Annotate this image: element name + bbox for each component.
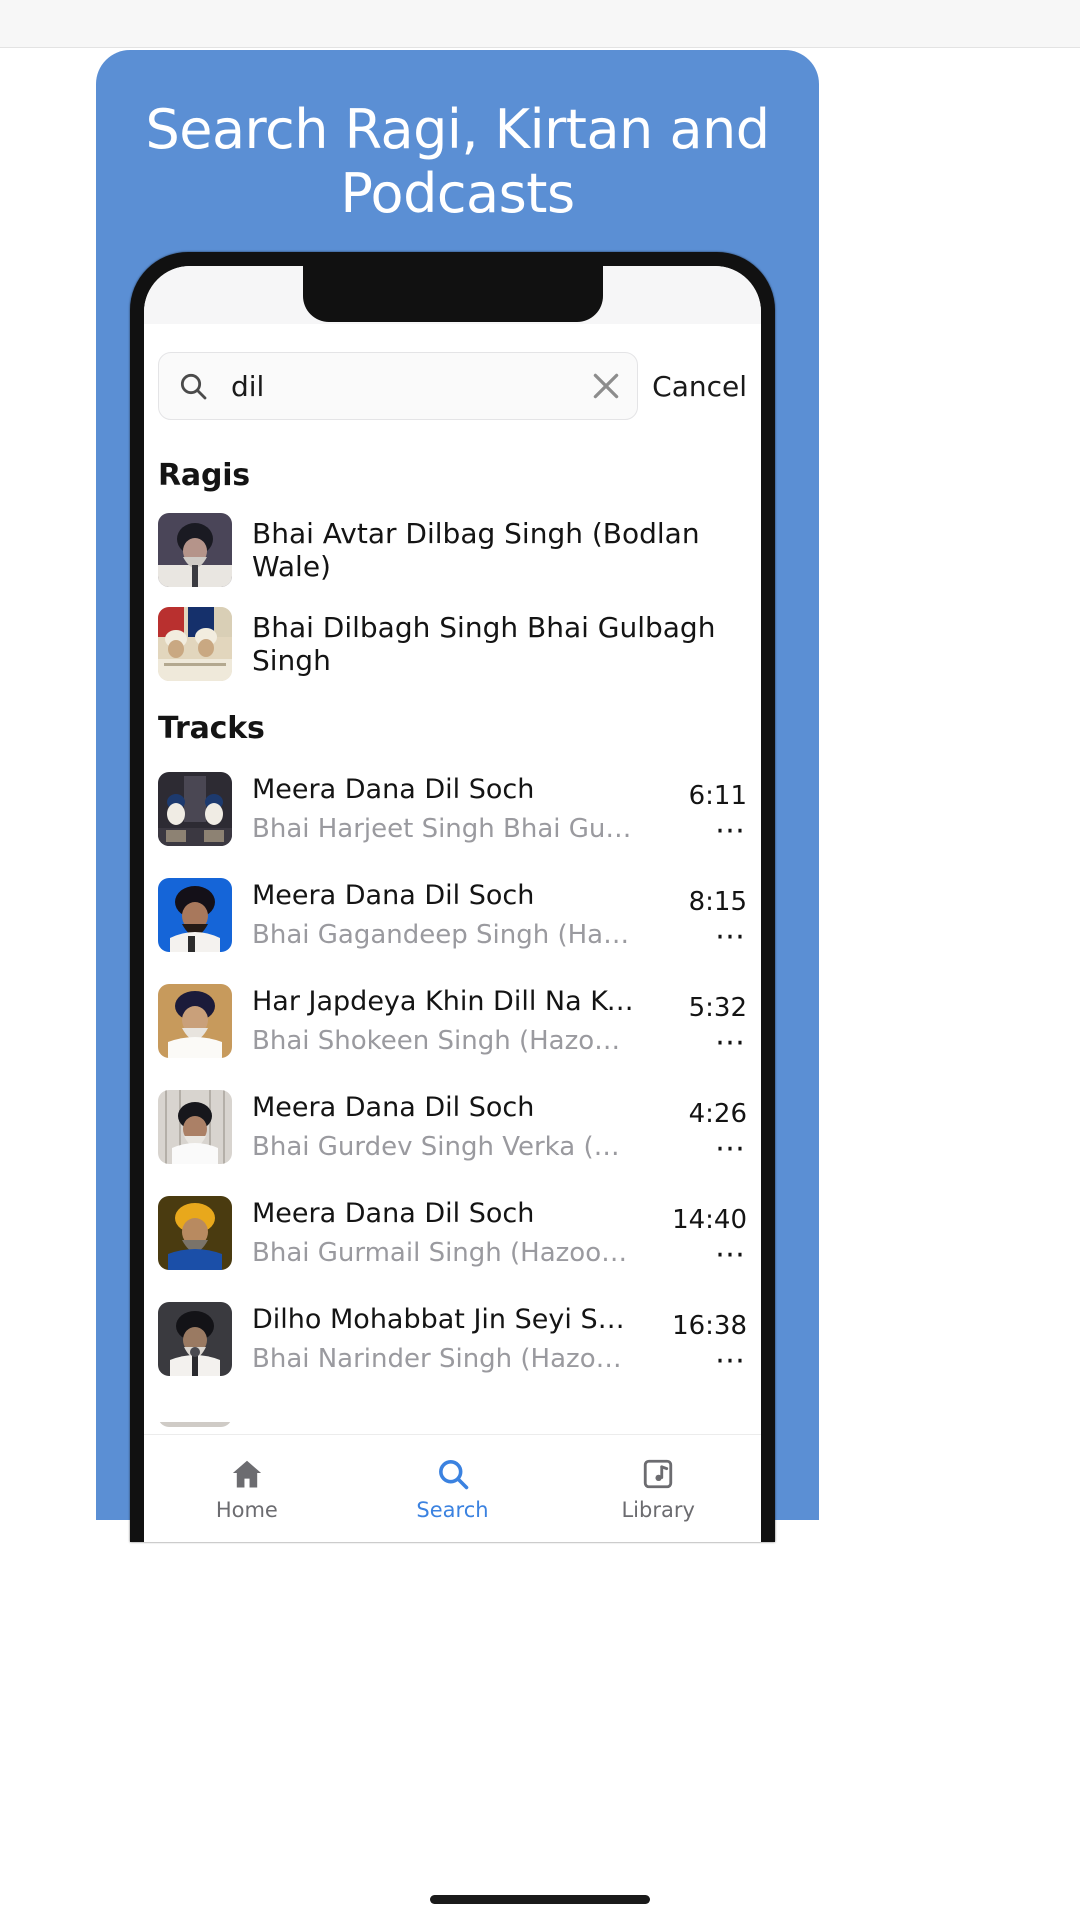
track-duration: 14:40 bbox=[672, 1205, 747, 1235]
track-title: Har Japdeya Khin Dill Na Keejeye bbox=[252, 986, 635, 1017]
list-item-label: Bhai Avtar Dilbag Singh (Bodlan Wale) bbox=[252, 517, 700, 583]
album-art bbox=[158, 1090, 232, 1164]
search-icon bbox=[435, 1456, 471, 1492]
tab-library[interactable]: Library bbox=[555, 1456, 761, 1522]
screenshot-root: Search Ragi, Kirtan and Podcasts dil Can… bbox=[0, 0, 1080, 1920]
album-art bbox=[158, 878, 232, 952]
track-artist: Bhai Shokeen Singh (Hazoori Ragi) bbox=[252, 1026, 635, 1056]
more-horizontal-icon[interactable]: ⋯ bbox=[715, 1134, 747, 1164]
tab-label-library: Library bbox=[621, 1497, 695, 1522]
list-item[interactable]: Bhai Avtar Dilbag Singh (Bodlan Wale) bbox=[144, 503, 761, 597]
track-duration: 4:26 bbox=[688, 1099, 747, 1129]
album-art bbox=[158, 1302, 232, 1376]
section-header-ragis: Ragis bbox=[158, 458, 250, 493]
track-info: Meera Dana Dil Soch Bhai Harjeet Singh B… bbox=[252, 774, 635, 844]
search-field-wrapper[interactable]: dil bbox=[158, 352, 639, 420]
close-icon[interactable] bbox=[589, 369, 623, 403]
table-row[interactable]: Meera Dana Dil Soch Bhai Gagandeep Singh… bbox=[144, 862, 761, 968]
album-art bbox=[158, 1196, 232, 1270]
list-item-label: Bhai Dilbagh Singh Bhai Gulbagh Singh bbox=[252, 611, 716, 677]
track-meta: 5:32 ⋯ bbox=[635, 993, 747, 1058]
section-header-tracks: Tracks bbox=[158, 711, 265, 746]
table-row[interactable]: Har Japdeya Khin Dill Na Keejeye Bhai Sh… bbox=[144, 968, 761, 1074]
track-artist: Bhai Gurdev Singh Verka (Hazoori Ragi) bbox=[252, 1132, 635, 1162]
tab-label-search: Search bbox=[416, 1497, 489, 1522]
search-bar: dil Cancel bbox=[144, 342, 761, 430]
avatar bbox=[158, 513, 232, 587]
track-title: Meera Dana Dil Soch bbox=[252, 774, 535, 805]
cancel-button[interactable]: Cancel bbox=[638, 370, 747, 403]
track-meta: 14:40 ⋯ bbox=[635, 1205, 747, 1270]
library-music-icon bbox=[640, 1456, 676, 1492]
home-indicator bbox=[430, 1895, 650, 1904]
table-row[interactable]: Meera Dana Dil Soch Bhai Gurmail Singh (… bbox=[144, 1180, 761, 1286]
track-artist: Bhai Gurmail Singh (Hazoori Ragi) bbox=[252, 1238, 635, 1268]
track-duration: 16:38 bbox=[672, 1311, 747, 1341]
tab-home[interactable]: Home bbox=[144, 1456, 350, 1522]
tab-label-home: Home bbox=[215, 1497, 278, 1522]
track-info: Har Japdeya Khin Dill Na Keejeye Bhai Sh… bbox=[252, 986, 635, 1056]
page-top-strip bbox=[0, 0, 1080, 48]
track-info: Meera Dana Dil Soch Bhai Gurdev Singh Ve… bbox=[252, 1092, 635, 1162]
album-art bbox=[158, 1397, 232, 1427]
page-divider bbox=[0, 47, 1080, 48]
track-meta: 4:26 ⋯ bbox=[635, 1099, 747, 1164]
bottom-navigation: Home Search Library bbox=[144, 1434, 761, 1542]
table-row[interactable]: Dilho Mohabbat Jin Seyi Sacheya Bhai Nar… bbox=[144, 1286, 761, 1392]
avatar bbox=[158, 607, 232, 681]
more-horizontal-icon[interactable]: ⋯ bbox=[715, 922, 747, 952]
search-icon bbox=[177, 370, 209, 402]
list-item[interactable]: Bhai Dilbagh Singh Bhai Gulbagh Singh bbox=[144, 597, 761, 691]
tab-search[interactable]: Search bbox=[350, 1456, 556, 1522]
more-horizontal-icon[interactable]: ⋯ bbox=[715, 1028, 747, 1058]
track-duration: 6:11 bbox=[688, 781, 747, 811]
track-meta: 16:38 ⋯ bbox=[635, 1311, 747, 1376]
track-title: Dilho Mohabbat Jin Seyi Sacheya bbox=[252, 1304, 635, 1335]
track-duration: 8:15 bbox=[688, 887, 747, 917]
album-art bbox=[158, 772, 232, 846]
track-title: Meera Dana Dil Soch bbox=[252, 880, 535, 911]
track-info: Dilho Mohabbat Jin Seyi Sacheya Bhai Nar… bbox=[252, 1304, 635, 1374]
table-row[interactable]: Meera Dana Dil Soch Bhai Harjeet Singh B… bbox=[144, 756, 761, 862]
track-meta: 8:15 ⋯ bbox=[635, 887, 747, 952]
home-icon bbox=[229, 1456, 265, 1492]
track-artist: Bhai Narinder Singh (Hazoori Ragi) bbox=[252, 1344, 635, 1374]
track-title: Meera Dana Dil Soch bbox=[252, 1092, 535, 1123]
more-horizontal-icon[interactable]: ⋯ bbox=[715, 1346, 747, 1376]
track-artist: Bhai Gagandeep Singh (Hazoori Ragi) bbox=[252, 920, 635, 950]
track-artist: Bhai Harjeet Singh Bhai Gurdeep Singh bbox=[252, 814, 635, 844]
phone-screen: dil Cancel Ragis Bhai Avtar Dilbag Singh… bbox=[144, 266, 761, 1542]
more-horizontal-icon[interactable]: ⋯ bbox=[715, 1240, 747, 1270]
promo-headline: Search Ragi, Kirtan and Podcasts bbox=[145, 98, 770, 225]
search-results-list[interactable]: Ragis Bhai Avtar Dilbag Singh (Bodlan Wa… bbox=[144, 438, 761, 1470]
track-title: Meera Dana Dil Soch bbox=[252, 1198, 535, 1229]
more-horizontal-icon[interactable]: ⋯ bbox=[715, 816, 747, 846]
table-row-partial[interactable] bbox=[144, 1392, 761, 1432]
search-input[interactable]: dil bbox=[231, 370, 589, 403]
track-info: Meera Dana Dil Soch Bhai Gagandeep Singh… bbox=[252, 880, 635, 950]
track-meta: 6:11 ⋯ bbox=[635, 781, 747, 846]
track-duration: 5:32 bbox=[688, 993, 747, 1023]
phone-notch bbox=[302, 266, 603, 322]
phone-mockup: dil Cancel Ragis Bhai Avtar Dilbag Singh… bbox=[130, 252, 775, 1542]
table-row[interactable]: Meera Dana Dil Soch Bhai Gurdev Singh Ve… bbox=[144, 1074, 761, 1180]
album-art bbox=[158, 984, 232, 1058]
track-info: Meera Dana Dil Soch Bhai Gurmail Singh (… bbox=[252, 1198, 635, 1268]
